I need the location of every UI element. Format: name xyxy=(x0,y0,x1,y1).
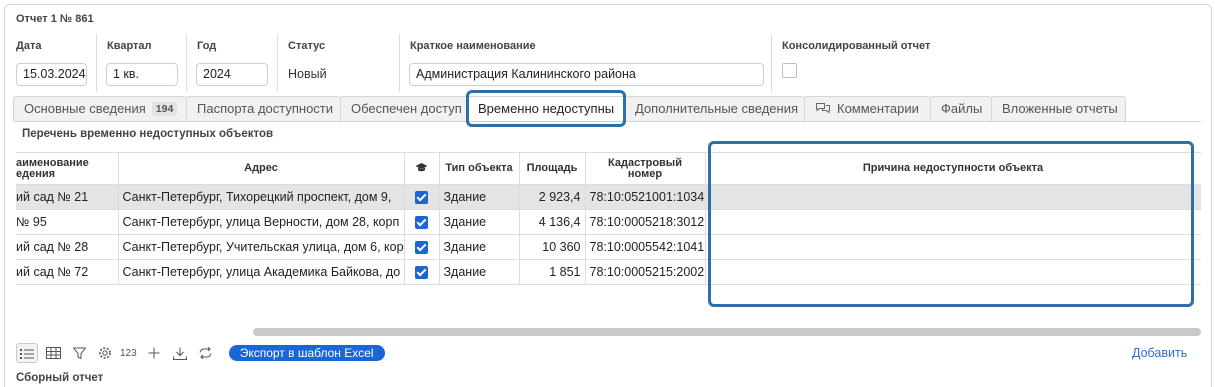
cell-checkbox[interactable] xyxy=(404,259,440,285)
tab-accessibility-passports[interactable]: Паспорта доступности xyxy=(186,96,341,121)
consolidated-label: Консолидированный отчет xyxy=(782,40,931,52)
comments-icon xyxy=(815,101,831,118)
cell-name: № 95 xyxy=(16,209,119,235)
cell-cadastral: 78:10:0005215:2002 xyxy=(585,259,706,285)
status-value: Новый xyxy=(288,67,327,81)
highlight-box-tab xyxy=(466,90,626,127)
export-excel-button[interactable]: Экспорт в шаблон Excel xyxy=(228,345,385,361)
cell-address: Санкт-Петербург, улица Академика Байкова… xyxy=(118,259,405,285)
checked-checkbox[interactable] xyxy=(415,191,428,205)
quarter-label: Квартал xyxy=(107,40,152,52)
cell-checkbox[interactable] xyxy=(404,234,440,260)
tab-additional-info[interactable]: Дополнительные сведения xyxy=(624,96,805,121)
date-label: Дата xyxy=(16,40,42,52)
column-header-name-line1: аименование xyxy=(16,156,89,169)
cell-type: Здание xyxy=(439,184,520,210)
tab-label: Обеспечен доступ xyxy=(351,101,462,116)
tab-label: Основные сведения xyxy=(24,101,146,116)
column-header-cadastral-line2: номер xyxy=(627,167,663,180)
horizontal-scrollbar[interactable] xyxy=(253,328,1201,336)
filter-icon[interactable] xyxy=(68,343,90,363)
tab-main-info[interactable]: Основные сведения 194 xyxy=(13,96,187,121)
gear-icon[interactable] xyxy=(94,343,116,363)
divider xyxy=(96,34,97,92)
column-header-cadastral-line1: Кадастровый xyxy=(608,156,682,169)
cell-area: 10 360 xyxy=(519,234,586,260)
report-title: Отчет 1 № 861 xyxy=(16,13,94,25)
divider xyxy=(277,34,278,92)
cell-name: ий сад № 28 xyxy=(16,234,119,260)
count-badge: 194 xyxy=(151,102,178,116)
tab-label: Файлы xyxy=(941,101,983,116)
column-header-icon[interactable] xyxy=(404,152,440,185)
column-header-area[interactable]: Площадь xyxy=(519,152,586,185)
status-label: Статус xyxy=(288,40,326,52)
divider xyxy=(399,34,400,92)
cell-address: Санкт-Петербург, улица Верности, дом 28,… xyxy=(118,209,405,235)
checked-checkbox[interactable] xyxy=(415,216,428,230)
short-name-label: Краткое наименование xyxy=(410,40,536,52)
quarter-field[interactable]: 1 кв. xyxy=(106,63,178,86)
section-title: Перечень временно недоступных объектов xyxy=(22,128,274,140)
cell-name: ий сад № 21 xyxy=(16,184,119,210)
divider xyxy=(186,34,187,92)
cell-type: Здание xyxy=(439,234,520,260)
cell-address: Санкт-Петербург, Учительская улица, дом … xyxy=(118,234,405,260)
add-button[interactable]: Добавить xyxy=(1132,346,1187,360)
tab-label: Комментарии xyxy=(837,101,919,116)
tab-comments[interactable]: Комментарии xyxy=(804,96,931,121)
tab-label: Паспорта доступности xyxy=(197,101,334,116)
year-field[interactable]: 2024 xyxy=(196,63,268,86)
graduation-cap-icon xyxy=(415,162,428,176)
cell-cadastral: 78:10:0005218:3012 xyxy=(585,209,706,235)
cell-address: Санкт-Петербург, Тихорецкий проспект, до… xyxy=(118,184,405,210)
tab-label: Дополнительные сведения xyxy=(635,101,799,116)
checked-checkbox[interactable] xyxy=(415,266,428,280)
column-header-name[interactable]: аименование едения xyxy=(16,152,119,185)
tab-access-provided[interactable]: Обеспечен доступ xyxy=(340,96,468,121)
list-view-icon[interactable] xyxy=(16,343,38,363)
checked-checkbox[interactable] xyxy=(415,241,428,255)
cell-cadastral: 78:10:0521001:1034 xyxy=(585,184,706,210)
tab-files[interactable]: Файлы xyxy=(930,96,992,121)
table-view-icon[interactable] xyxy=(42,343,64,363)
cell-checkbox[interactable] xyxy=(404,209,440,235)
consolidated-checkbox[interactable] xyxy=(782,63,797,78)
highlight-box-reason-column xyxy=(708,141,1194,307)
tab-label: Вложенные отчеты xyxy=(1002,101,1118,116)
column-header-object-type[interactable]: Тип объекта xyxy=(439,152,520,185)
cell-area: 1 851 xyxy=(519,259,586,285)
refresh-icon[interactable] xyxy=(195,343,217,363)
divider xyxy=(771,34,772,92)
cell-type: Здание xyxy=(439,209,520,235)
cell-type: Здание xyxy=(439,259,520,285)
year-label: Год xyxy=(197,40,217,52)
column-header-name-line2: едения xyxy=(16,167,56,180)
column-header-cadastral[interactable]: Кадастровый номер xyxy=(585,152,706,185)
short-name-field[interactable]: Администрация Калининского района xyxy=(409,63,764,86)
download-icon[interactable] xyxy=(169,343,191,363)
plus-icon[interactable] xyxy=(143,343,165,363)
date-field[interactable]: 15.03.2024 xyxy=(16,63,87,86)
grid-toolbar: 123 Экспорт в шаблон Excel xyxy=(16,343,385,363)
cell-area: 2 923,4 xyxy=(519,184,586,210)
cell-cadastral: 78:10:0005542:1041 xyxy=(585,234,706,260)
cell-area: 4 136,4 xyxy=(519,209,586,235)
summary-report-title: Сборный отчет xyxy=(16,372,104,384)
column-header-address[interactable]: Адрес xyxy=(118,152,405,185)
tab-nested-reports[interactable]: Вложенные отчеты xyxy=(991,96,1126,121)
cell-checkbox[interactable] xyxy=(404,184,440,210)
row-numbers-toggle[interactable]: 123 xyxy=(120,348,137,359)
cell-name: ий сад № 72 xyxy=(16,259,119,285)
